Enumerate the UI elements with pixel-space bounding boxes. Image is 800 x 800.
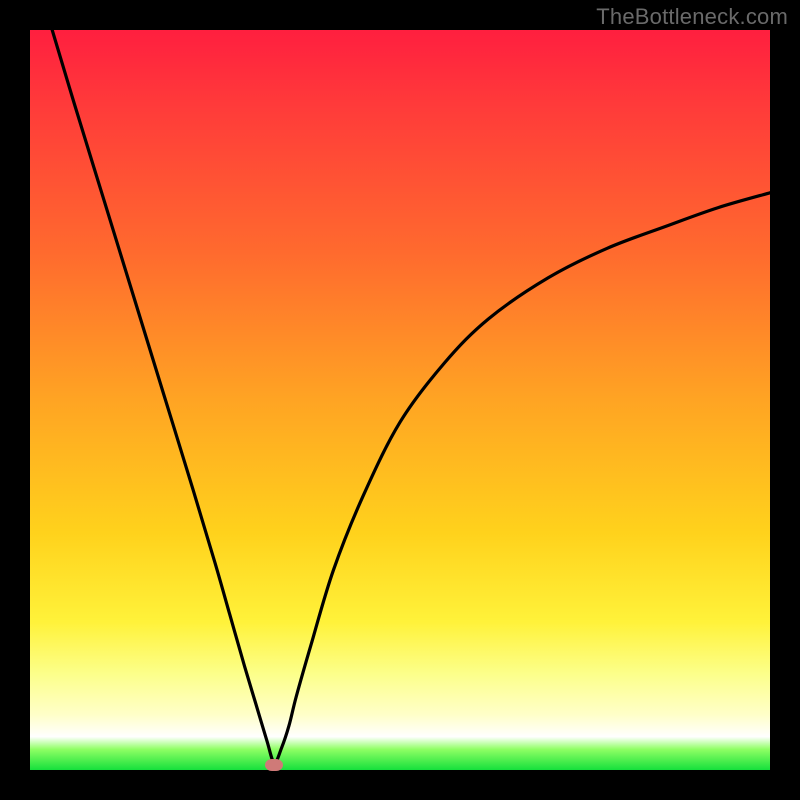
watermark-text: TheBottleneck.com	[596, 4, 788, 30]
optimal-point-marker	[265, 759, 283, 771]
bottleneck-curve	[30, 30, 770, 770]
chart-frame: TheBottleneck.com	[0, 0, 800, 800]
plot-area	[30, 30, 770, 770]
